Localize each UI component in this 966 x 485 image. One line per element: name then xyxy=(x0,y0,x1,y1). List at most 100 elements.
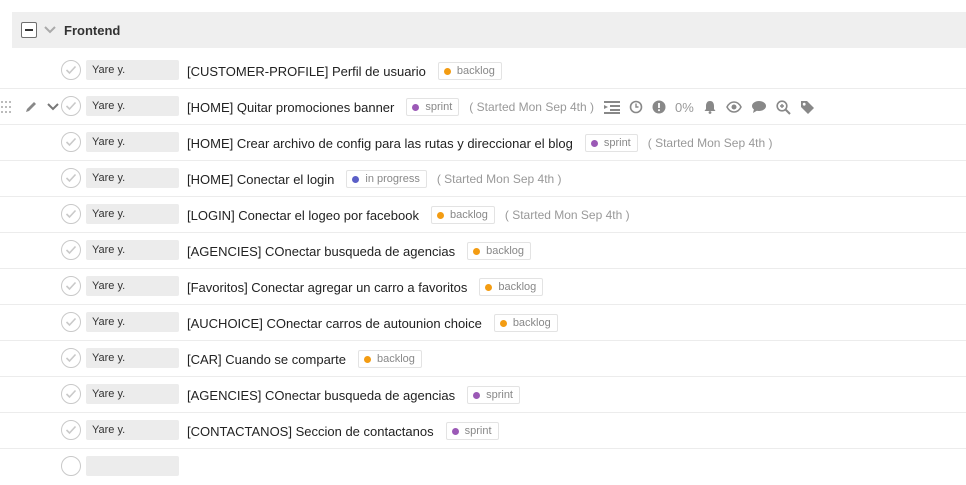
assignee[interactable]: Yare y. xyxy=(86,204,179,224)
task-row[interactable]: Yare y. [CAR] Cuando se comparte backlog xyxy=(0,341,966,377)
status-dot xyxy=(485,283,493,291)
eye-icon[interactable] xyxy=(725,101,742,113)
zoom-in-icon[interactable] xyxy=(776,99,791,115)
task-title[interactable]: [CONTACTANOS] Seccion de contactanos xyxy=(187,424,434,439)
status-tag[interactable]: in progress xyxy=(346,170,427,188)
assignee[interactable]: Yare y. xyxy=(86,96,179,116)
check-icon xyxy=(65,209,77,219)
check-icon xyxy=(65,281,77,291)
check-icon xyxy=(65,353,77,363)
progress-percent[interactable]: 0% xyxy=(675,100,694,115)
assignee[interactable]: Yare y. xyxy=(86,348,179,368)
alert-icon[interactable] xyxy=(652,100,666,114)
assignee[interactable]: Yare y. xyxy=(86,168,179,188)
status-tag[interactable]: backlog xyxy=(437,62,502,80)
status-tag-label: backlog xyxy=(376,353,415,365)
status-dot xyxy=(443,67,451,75)
complete-checkbox[interactable] xyxy=(61,204,81,224)
task-row-partial[interactable] xyxy=(0,449,966,485)
task-row[interactable]: Yare y. [HOME] Crear archivo de config p… xyxy=(0,125,966,161)
complete-checkbox[interactable] xyxy=(61,384,81,404)
status-dot xyxy=(352,175,360,183)
task-title[interactable]: [LOGIN] Conectar el logeo por facebook xyxy=(187,208,419,223)
status-dot xyxy=(590,139,598,147)
comments-icon[interactable] xyxy=(751,100,767,114)
status-tag[interactable]: sprint xyxy=(584,134,638,152)
status-tag-label: sprint xyxy=(464,425,492,437)
tag-icon[interactable] xyxy=(800,100,815,115)
task-title[interactable]: [Favoritos] Conectar agregar un carro a … xyxy=(187,280,467,295)
complete-checkbox[interactable] xyxy=(61,132,81,152)
complete-checkbox[interactable] xyxy=(61,168,81,188)
task-row-hovered[interactable]: Yare y. [HOME] Quitar promociones banner… xyxy=(0,89,966,125)
assignee-placeholder[interactable] xyxy=(86,456,179,476)
status-tag[interactable]: backlog xyxy=(357,350,422,368)
started-date: ( Started Mon Sep 4th ) xyxy=(647,136,773,150)
indent-icon[interactable] xyxy=(604,100,621,114)
task-title[interactable]: [AUCHOICE] COnectar carros de autounion … xyxy=(187,316,482,331)
status-tag[interactable]: backlog xyxy=(430,206,495,224)
task-title[interactable]: [AGENCIES] COnectar busqueda de agencias xyxy=(187,388,455,403)
assignee[interactable]: Yare y. xyxy=(86,384,179,404)
edit-pencil-icon[interactable] xyxy=(24,100,38,114)
drag-handle-icon[interactable] xyxy=(0,100,12,114)
complete-checkbox[interactable] xyxy=(61,240,81,260)
complete-checkbox[interactable] xyxy=(61,456,81,476)
complete-checkbox[interactable] xyxy=(61,348,81,368)
status-tag-label: backlog xyxy=(498,281,537,293)
task-row[interactable]: Yare y. [AGENCIES] COnectar busqueda de … xyxy=(0,377,966,413)
check-icon xyxy=(65,65,77,75)
status-tag-label: backlog xyxy=(486,245,525,257)
bell-icon[interactable] xyxy=(703,100,717,114)
complete-checkbox[interactable] xyxy=(61,420,81,440)
task-title[interactable]: [HOME] Conectar el login xyxy=(187,172,334,187)
complete-checkbox[interactable] xyxy=(61,276,81,296)
status-tag[interactable]: sprint xyxy=(445,422,499,440)
assignee[interactable]: Yare y. xyxy=(86,276,179,296)
task-title[interactable]: [CUSTOMER-PROFILE] Perfil de usuario xyxy=(187,64,426,79)
check-icon xyxy=(65,137,77,147)
complete-checkbox[interactable] xyxy=(61,312,81,332)
task-title[interactable]: [CAR] Cuando se comparte xyxy=(187,352,346,367)
collapse-group-button[interactable] xyxy=(21,22,37,38)
started-date: ( Started Mon Sep 4th ) xyxy=(469,100,595,114)
clock-icon[interactable] xyxy=(629,100,643,114)
task-title[interactable]: [HOME] Crear archivo de config para las … xyxy=(187,136,573,151)
task-row[interactable]: Yare y. [CONTACTANOS] Seccion de contact… xyxy=(0,413,966,449)
status-tag[interactable]: backlog xyxy=(493,314,558,332)
status-tag-label: backlog xyxy=(456,65,495,77)
status-dot xyxy=(412,103,420,111)
assignee[interactable]: Yare y. xyxy=(86,240,179,260)
status-tag[interactable]: sprint xyxy=(406,98,460,116)
task-row[interactable]: Yare y. [LOGIN] Conectar el logeo por fa… xyxy=(0,197,966,233)
assignee[interactable]: Yare y. xyxy=(86,312,179,332)
group-title: Frontend xyxy=(64,22,121,38)
chevron-down-icon[interactable] xyxy=(43,23,57,37)
task-row[interactable]: Yare y. [AUCHOICE] COnectar carros de au… xyxy=(0,305,966,341)
started-date: ( Started Mon Sep 4th ) xyxy=(504,208,630,222)
status-tag[interactable]: backlog xyxy=(467,242,532,260)
task-row[interactable]: Yare y. [CUSTOMER-PROFILE] Perfil de usu… xyxy=(0,53,966,89)
status-tag-label: sprint xyxy=(603,137,631,149)
complete-checkbox[interactable] xyxy=(61,60,81,80)
status-tag-label: sprint xyxy=(425,101,453,113)
task-row[interactable]: Yare y. [AGENCIES] COnectar busqueda de … xyxy=(0,233,966,269)
status-dot xyxy=(499,319,507,327)
status-tag[interactable]: backlog xyxy=(479,278,544,296)
task-row[interactable]: Yare y. [Favoritos] Conectar agregar un … xyxy=(0,269,966,305)
complete-checkbox[interactable] xyxy=(61,96,81,116)
task-title[interactable]: [AGENCIES] COnectar busqueda de agencias xyxy=(187,244,455,259)
assignee[interactable]: Yare y. xyxy=(86,132,179,152)
status-dot xyxy=(363,355,371,363)
task-row[interactable]: Yare y. [HOME] Conectar el login in prog… xyxy=(0,161,966,197)
chevron-down-icon[interactable] xyxy=(46,102,60,112)
check-icon xyxy=(65,425,77,435)
status-tag[interactable]: sprint xyxy=(467,386,520,404)
assignee[interactable]: Yare y. xyxy=(86,420,179,440)
started-date: ( Started Mon Sep 4th ) xyxy=(436,172,562,186)
assignee[interactable]: Yare y. xyxy=(86,60,179,80)
task-title[interactable]: [HOME] Quitar promociones banner xyxy=(187,100,394,115)
check-icon xyxy=(65,173,77,183)
check-icon xyxy=(65,389,77,399)
row-hover-tools xyxy=(0,89,66,125)
